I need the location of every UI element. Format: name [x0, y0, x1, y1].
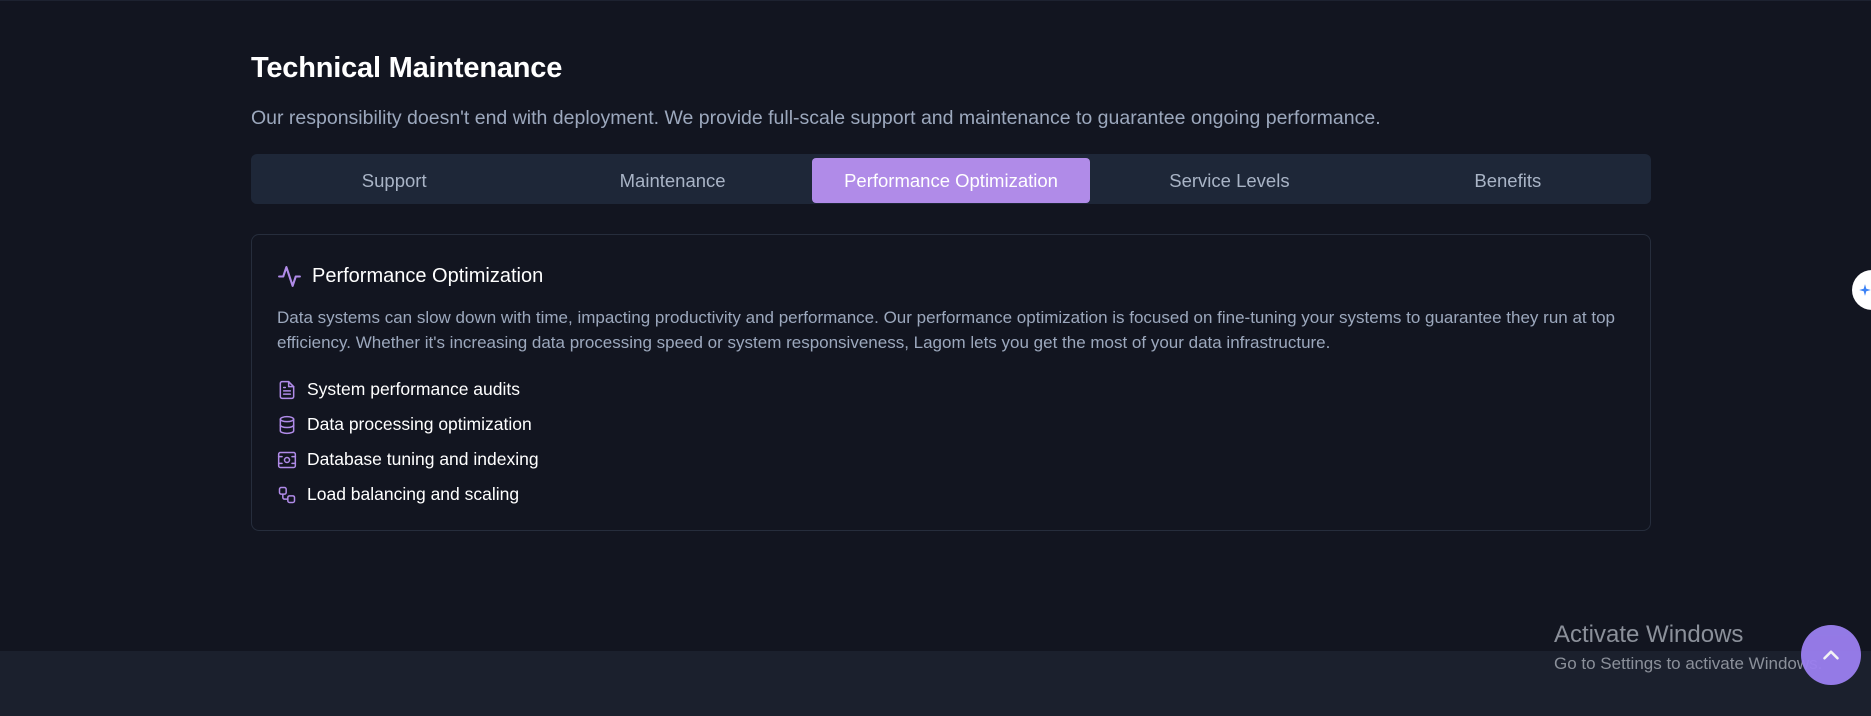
card-header: Performance Optimization	[277, 262, 1626, 290]
tab-panel-card: Performance Optimization Data systems ca…	[251, 234, 1651, 531]
tab-benefits[interactable]: Benefits	[1369, 158, 1647, 203]
tab-bar: Support Maintenance Performance Optimiza…	[251, 154, 1651, 204]
feature-label: Database tuning and indexing	[307, 449, 539, 469]
scroll-to-top-button[interactable]	[1801, 625, 1861, 685]
list-item: Data processing optimization	[277, 407, 1626, 442]
tab-performance-optimization[interactable]: Performance Optimization	[811, 158, 1091, 203]
top-divider	[0, 0, 1871, 1]
activity-icon	[278, 265, 301, 287]
list-item: System performance audits	[277, 372, 1626, 407]
list-item: Database tuning and indexing	[277, 442, 1626, 477]
page-title: Technical Maintenance	[251, 52, 563, 84]
feature-list: System performance audits Data processin…	[277, 372, 1626, 512]
sparkle-icon	[1859, 284, 1871, 296]
section-header: Technical Maintenance Our responsibility…	[251, 48, 1651, 130]
database-icon	[279, 415, 295, 434]
card-title: Performance Optimization	[312, 264, 544, 287]
list-item: Load balancing and scaling	[277, 477, 1626, 512]
tab-service-levels[interactable]: Service Levels	[1090, 158, 1368, 203]
tab-maintenance[interactable]: Maintenance	[533, 158, 811, 203]
page-subtitle: Our responsibility doesn't end with depl…	[251, 107, 1381, 129]
feature-label: Data processing optimization	[307, 414, 532, 434]
watermark-subtitle: Go to Settings to activate Windows.	[1554, 654, 1823, 673]
watermark-title: Activate Windows	[1554, 621, 1744, 648]
chevron-up-icon	[1823, 650, 1839, 660]
feature-label: Load balancing and scaling	[307, 484, 520, 504]
windows-activation-watermark: Activate Windows Go to Settings to activ…	[1554, 620, 1822, 676]
side-widget-button[interactable]	[1852, 270, 1871, 310]
file-text-icon	[279, 380, 295, 399]
workflow-icon	[278, 486, 296, 503]
server-cog-icon	[277, 451, 297, 468]
feature-label: System performance audits	[307, 379, 521, 399]
card-description: Data systems can slow down with time, im…	[277, 308, 1615, 352]
tab-support[interactable]: Support	[255, 158, 533, 203]
